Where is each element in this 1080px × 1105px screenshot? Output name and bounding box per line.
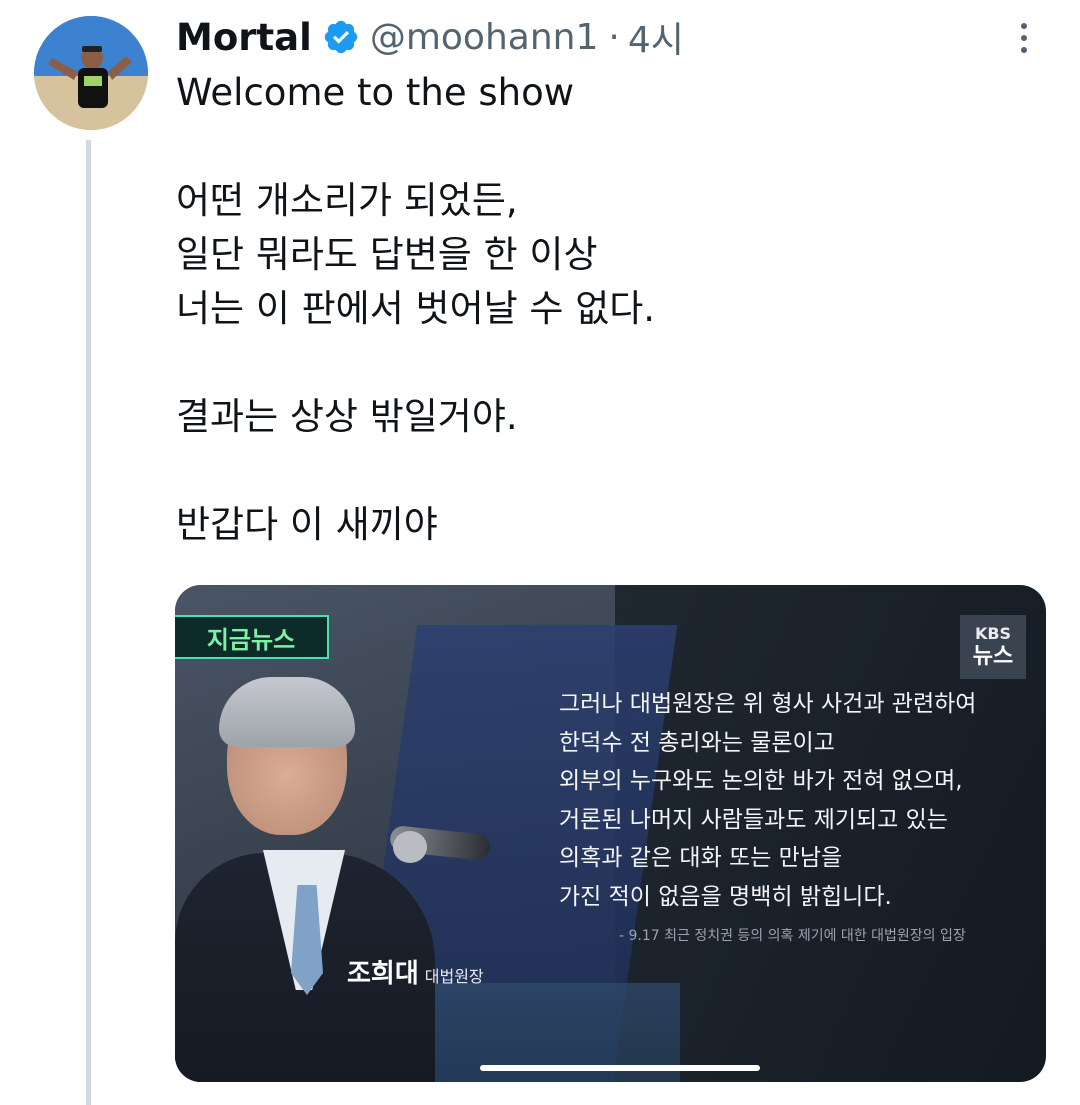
user-handle[interactable]: @moohann1 (370, 17, 599, 58)
quote-line: 가진 적이 없음을 명백히 밝힙니다. (559, 883, 892, 910)
kbs-logo-top: KBS (974, 624, 1012, 643)
tweet-text: Welcome to the show 어떤 개소리가 되었든, 일단 뭐라도 … (176, 66, 1036, 552)
quote-line: 한덕수 전 총리와는 물론이고 (559, 729, 835, 756)
tweet-media-image[interactable]: 지금뉴스 KBS 뉴스 그러나 대법원장은 위 형사 사건과 관련하여 한덕수 … (175, 585, 1046, 1082)
tweet-text-line: 결과는 상상 밖일거야. (176, 395, 518, 438)
news-tag: 지금뉴스 (175, 615, 329, 659)
name-caption: 조희대 대법원장 (347, 953, 484, 990)
quote-line: 의혹과 같은 대화 또는 만남을 (559, 845, 843, 871)
microphone-head (393, 831, 427, 863)
tweet-time[interactable]: 4시 (628, 11, 684, 63)
thread-line (86, 140, 91, 1105)
person-hair (219, 677, 355, 747)
quote-line: 그러나 대법원장은 위 형사 사건과 관련하여 (559, 691, 977, 717)
tweet-text-line: 일단 뭐라도 답변을 한 이상 (176, 233, 598, 276)
verified-badge-icon (322, 18, 360, 56)
caption-role: 대법원장 (424, 967, 484, 986)
user-avatar[interactable] (34, 16, 148, 130)
quote-source: - 9.17 최근 정치권 등의 의혹 제기에 대한 대법원장의 입장 (619, 928, 966, 944)
kbs-logo-bottom: 뉴스 (972, 644, 1014, 669)
header-separator: · (608, 16, 620, 58)
caption-name: 조희대 (347, 959, 419, 989)
tweet-text-line: 어떤 개소리가 되었든, (176, 179, 518, 222)
display-name[interactable]: Mortal (176, 16, 312, 59)
more-options-icon[interactable] (1004, 18, 1044, 58)
kbs-news-logo: KBS 뉴스 (960, 615, 1026, 679)
tweet-header: Mortal @moohann1 · 4시 (176, 12, 684, 62)
quote-line: 외부의 누구와도 논의한 바가 전혀 없으며, (559, 768, 963, 794)
tweet-text-line: Welcome to the show (176, 71, 575, 114)
tweet-text-line: 반갑다 이 새끼야 (176, 503, 438, 546)
quote-line: 거론된 나머지 사람들과도 제기되고 있는 (559, 806, 948, 833)
media-scrub-bar[interactable] (480, 1065, 760, 1071)
news-tag-label: 지금뉴스 (206, 625, 296, 654)
tweet-text-line: 너는 이 판에서 벗어날 수 없다. (176, 287, 656, 330)
news-quote: 그러나 대법원장은 위 형사 사건과 관련하여 한덕수 전 총리와는 물론이고 … (559, 685, 1009, 916)
